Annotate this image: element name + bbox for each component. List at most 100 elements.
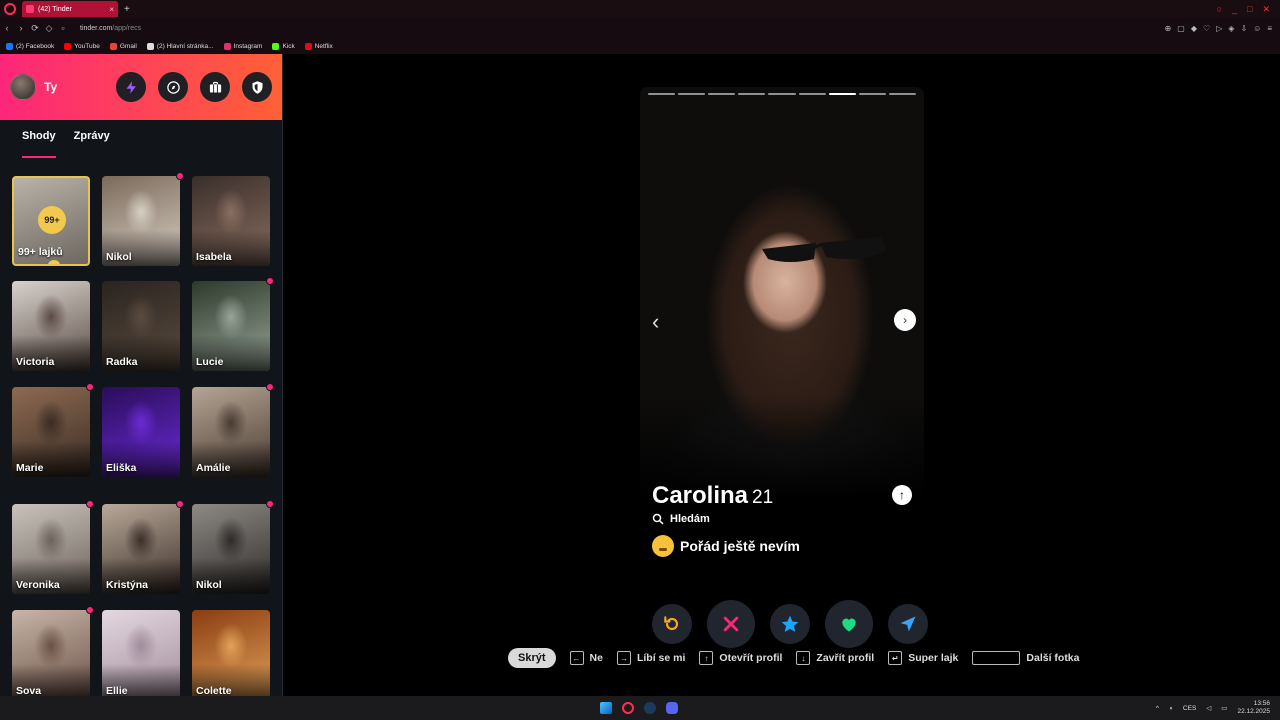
back-icon[interactable]: ‹	[0, 23, 14, 33]
close-window-icon[interactable]: ✕	[1262, 4, 1270, 15]
photo-progress-segment[interactable]	[798, 93, 826, 95]
user-name[interactable]: Ty	[44, 80, 57, 94]
match-card[interactable]: Nikol	[192, 504, 270, 594]
match-card[interactable]: Veronika	[12, 504, 90, 594]
match-card[interactable]: Lucie	[192, 281, 270, 371]
next-photo-icon[interactable]: ›	[894, 309, 916, 331]
discord-icon[interactable]	[666, 702, 678, 714]
like-button[interactable]	[825, 600, 873, 648]
shortcut-label: Ne	[589, 652, 603, 664]
opera-gx-icon[interactable]	[622, 702, 634, 714]
match-card[interactable]: Isabela	[192, 176, 270, 266]
tab-matches[interactable]: Shody	[22, 130, 56, 158]
rewind-button[interactable]	[652, 604, 692, 644]
match-name: Ellie	[106, 685, 128, 696]
clock[interactable]: 13:56 22.12.2025	[1237, 700, 1270, 716]
close-tab-icon[interactable]: ×	[109, 5, 114, 14]
photo-progress-segment[interactable]	[828, 93, 856, 95]
match-card[interactable]: Sova	[12, 610, 90, 696]
key-icon: →	[616, 651, 631, 665]
bookmark-item[interactable]: Instagram	[223, 42, 262, 50]
snapshot-icon[interactable]: ▢	[1177, 24, 1185, 33]
profile-card[interactable]: ‹ › Carolina 21 ↑ Hledám Pořád ještě neví…	[640, 87, 924, 585]
photo-progress-segment[interactable]	[678, 93, 706, 95]
minimize-icon[interactable]: _	[1232, 4, 1237, 15]
photo-progress-segment[interactable]	[708, 93, 736, 95]
match-card[interactable]: Kristýna	[102, 504, 180, 594]
maximize-icon[interactable]: □	[1247, 4, 1252, 15]
match-name: Kristýna	[106, 579, 149, 591]
photo-progress-segment[interactable]	[858, 93, 886, 95]
match-card[interactable]: Radka	[102, 281, 180, 371]
match-card[interactable]: Victoria	[12, 281, 90, 371]
photo-progress-segment[interactable]	[648, 93, 676, 95]
super-like-icon	[781, 615, 799, 632]
photo-progress-segment[interactable]	[888, 93, 916, 95]
forward-icon[interactable]: ›	[14, 23, 28, 33]
shortcut-item: Další fotka	[972, 651, 1080, 665]
heart-icon[interactable]: ♡	[1203, 24, 1210, 33]
photo-progress-segment[interactable]	[768, 93, 796, 95]
super-like-button[interactable]	[770, 604, 810, 644]
relationship-intent-text: Pořád ještě nevím	[680, 538, 800, 554]
match-name: Lucie	[196, 356, 224, 368]
windows-start-icon[interactable]	[600, 702, 612, 714]
extensions-icon[interactable]: ◈	[1228, 24, 1234, 33]
bookmark-item[interactable]: Gmail	[109, 42, 137, 50]
network-icon[interactable]: ▭	[1221, 704, 1227, 712]
adblock-icon[interactable]: ◆	[1191, 24, 1197, 33]
safety-button[interactable]	[242, 72, 272, 102]
share-icon[interactable]: ▷	[1216, 24, 1222, 33]
account-icon[interactable]: ☺	[1253, 24, 1261, 33]
menu-icon[interactable]: ≡	[1267, 24, 1272, 33]
bookmark-item[interactable]: Kick	[272, 42, 295, 50]
bookmark-item[interactable]: (2) Hlavní stránka...	[146, 42, 214, 50]
taskbar-apps	[600, 702, 678, 714]
download-icon[interactable]: ⇩	[1240, 24, 1247, 33]
boost-button[interactable]	[116, 72, 146, 102]
tab-messages[interactable]: Zprávy	[74, 130, 110, 158]
match-card[interactable]: Colette	[192, 610, 270, 696]
photo-progress-segment[interactable]	[738, 93, 766, 95]
nope-button[interactable]	[707, 600, 755, 648]
bookmark-item[interactable]: Netflix	[304, 42, 333, 50]
explore-button[interactable]	[158, 72, 188, 102]
bookmark-label: Kick	[282, 42, 295, 50]
opera-logo-icon[interactable]	[4, 3, 16, 15]
match-card[interactable]: Marie	[12, 387, 90, 477]
new-tab-button[interactable]: +	[124, 4, 130, 15]
steam-icon[interactable]	[644, 702, 656, 714]
bookmark-item[interactable]: (2) Facebook	[6, 42, 54, 50]
match-card[interactable]: Nikol	[102, 176, 180, 266]
match-name: Isabela	[196, 251, 232, 263]
lock-icon[interactable]: ▫	[56, 23, 70, 33]
bookmark-favicon-icon	[223, 42, 231, 50]
hide-shortcuts-button[interactable]: Skrýt	[508, 648, 556, 668]
tray-chevron-icon[interactable]: ^	[1156, 705, 1159, 712]
likes-card[interactable]: 99+ 99+ lajků	[12, 176, 90, 266]
send-icon	[900, 616, 916, 632]
new-match-dot	[266, 500, 274, 508]
likes-label: 99+ lajků	[18, 246, 63, 258]
thinking-emoji-icon	[652, 535, 674, 557]
reload-icon[interactable]: ⟳	[28, 23, 42, 34]
url-field[interactable]: tinder.com/app/recs	[80, 25, 141, 32]
zoom-icon[interactable]: ⊕	[1165, 24, 1172, 33]
search-tabs-icon[interactable]: ○	[1217, 4, 1222, 15]
boost-button[interactable]	[888, 604, 928, 644]
previous-photo-icon[interactable]: ‹	[652, 309, 659, 335]
browser-tab[interactable]: (42) Tinder ×	[22, 1, 118, 17]
language-indicator[interactable]: CES	[1183, 705, 1196, 712]
open-profile-icon[interactable]: ↑	[892, 485, 912, 505]
match-card[interactable]: Amálie	[192, 387, 270, 477]
match-card[interactable]: Eliška	[102, 387, 180, 477]
bookmark-favicon-icon	[146, 42, 154, 50]
bookmark-item[interactable]: YouTube	[64, 42, 100, 50]
shield-icon[interactable]: ◇	[42, 23, 56, 34]
work-button[interactable]	[200, 72, 230, 102]
match-name: Colette	[196, 685, 232, 696]
avatar[interactable]	[10, 74, 36, 100]
match-card[interactable]: Ellie	[102, 610, 180, 696]
microphone-icon[interactable]: ◖	[1169, 705, 1173, 712]
volume-icon[interactable]: ◁	[1206, 704, 1211, 712]
